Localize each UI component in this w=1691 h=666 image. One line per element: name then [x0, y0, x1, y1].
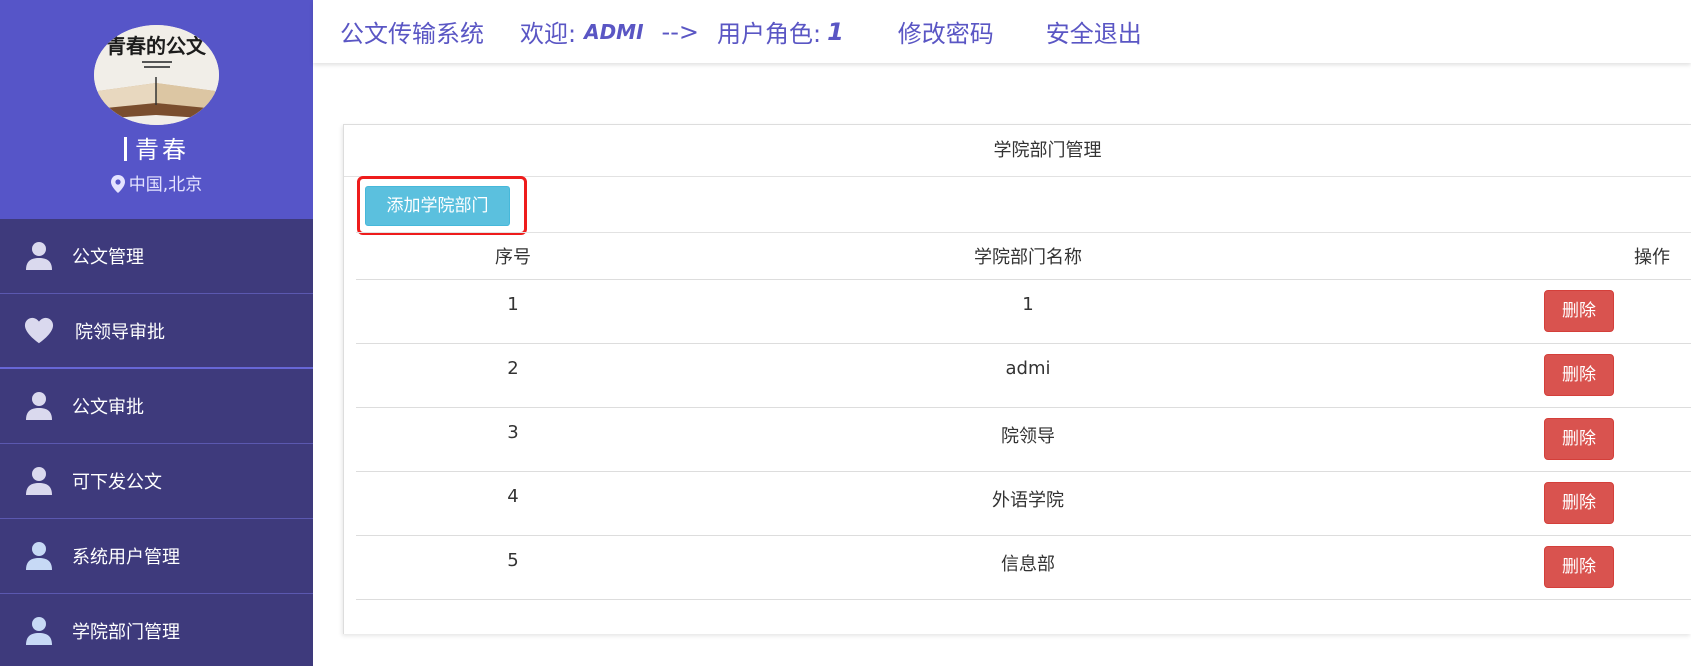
sidebar-item-leader-approval[interactable]: 院领导审批 [0, 294, 313, 369]
username: ADMI [584, 19, 644, 44]
change-password-link[interactable]: 修改密码 [898, 14, 994, 49]
profile-card: 青春的公文 青春 中国,北京 [0, 0, 313, 219]
profile-location: 中国,北京 [0, 170, 313, 195]
avatar: 青春的公文 [94, 25, 219, 125]
row-action-cell: 删除 [1386, 407, 1691, 472]
table-row: 2 admi 删除 [356, 343, 1691, 408]
name-bar [124, 137, 127, 161]
row-name: admi [670, 343, 1386, 408]
sidebar-item-system-users[interactable]: 系统用户管理 [0, 519, 313, 594]
sidebar-item-label: 系统用户管理 [72, 547, 180, 568]
table-row: 4 外语学院 删除 [356, 471, 1691, 536]
table-row: 5 信息部 删除 [356, 535, 1691, 600]
sidebar-item-document-management[interactable]: 公文管理 [0, 219, 313, 294]
column-header-action-text: 操作 [1634, 246, 1670, 268]
delete-button[interactable]: 删除 [1544, 545, 1614, 588]
delete-button[interactable]: 删除 [1544, 417, 1614, 460]
map-pin-icon [110, 175, 125, 193]
sidebar-item-label: 公文审批 [72, 397, 144, 418]
row-action-cell: 删除 [1386, 279, 1691, 344]
logout-link[interactable]: 安全退出 [1046, 14, 1142, 49]
sidebar-item-document-approval[interactable]: 公文审批 [0, 369, 313, 444]
welcome-label: 欢迎: [520, 20, 577, 48]
row-action-cell: 删除 [1386, 535, 1691, 600]
heart-icon [24, 316, 54, 346]
add-department-button[interactable]: 添加学院部门 [365, 186, 510, 226]
panel-title: 学院部门管理 [344, 125, 1691, 177]
department-panel: 学院部门管理 添加学院部门 序号 学院部门名称 操作 1 1 删除 2 admi… [343, 124, 1691, 634]
row-index: 4 [356, 471, 670, 536]
column-header-name: 学院部门名称 [670, 233, 1386, 280]
sidebar-item-label: 院领导审批 [75, 321, 165, 343]
sidebar-item-label: 可下发公文 [72, 472, 162, 493]
role-label: 用户角色: [716, 20, 822, 48]
system-title: 公文传输系统 [340, 20, 484, 48]
sidebar: 青春的公文 青春 中国,北京 公文管理 院领导审批 公文审批 可下发公文 系统用… [0, 0, 313, 666]
top-header: 公文传输系统 欢迎: ADMI --> 用户角色: 1 修改密码 安全退出 [313, 0, 1691, 63]
user-icon [24, 616, 54, 646]
book-image-icon: 青春的公文 [94, 25, 219, 125]
delete-button[interactable]: 删除 [1544, 353, 1614, 396]
sidebar-item-label: 公文管理 [72, 247, 144, 268]
add-button-highlight: 添加学院部门 [357, 176, 527, 235]
column-header-index: 序号 [356, 233, 670, 280]
user-icon [24, 541, 54, 571]
avatar-text: 青春的公文 [106, 34, 207, 58]
table-row: 1 1 删除 [356, 279, 1691, 344]
user-icon [24, 391, 54, 421]
delete-button[interactable]: 删除 [1544, 481, 1614, 524]
table-row: 3 院领导 删除 [356, 407, 1691, 472]
row-index: 5 [356, 535, 670, 600]
row-action-cell: 删除 [1386, 343, 1691, 408]
row-name: 信息部 [670, 535, 1386, 600]
user-icon [24, 466, 54, 496]
sidebar-item-label: 学院部门管理 [72, 622, 180, 643]
profile-name: 青春 [0, 130, 313, 165]
row-name: 1 [670, 279, 1386, 344]
delete-button[interactable]: 删除 [1544, 289, 1614, 332]
department-table: 序号 学院部门名称 操作 1 1 删除 2 admi 删除 3 院领导 删除 4… [356, 233, 1691, 600]
role-value: 1 [827, 17, 844, 46]
row-name: 院领导 [670, 407, 1386, 472]
user-icon [24, 241, 54, 271]
row-name: 外语学院 [670, 471, 1386, 536]
profile-name-text: 青春 [135, 136, 189, 164]
sidebar-item-department-management[interactable]: 学院部门管理 [0, 594, 313, 666]
sidebar-item-issuable-documents[interactable]: 可下发公文 [0, 444, 313, 519]
row-index: 2 [356, 343, 670, 408]
table-header-row: 序号 学院部门名称 操作 [356, 233, 1691, 280]
location-text: 中国,北京 [128, 175, 203, 195]
row-index: 3 [356, 407, 670, 472]
column-header-action: 操作 [1386, 233, 1691, 280]
row-index: 1 [356, 279, 670, 344]
row-action-cell: 删除 [1386, 471, 1691, 536]
arrow-separator: --> [661, 17, 699, 46]
